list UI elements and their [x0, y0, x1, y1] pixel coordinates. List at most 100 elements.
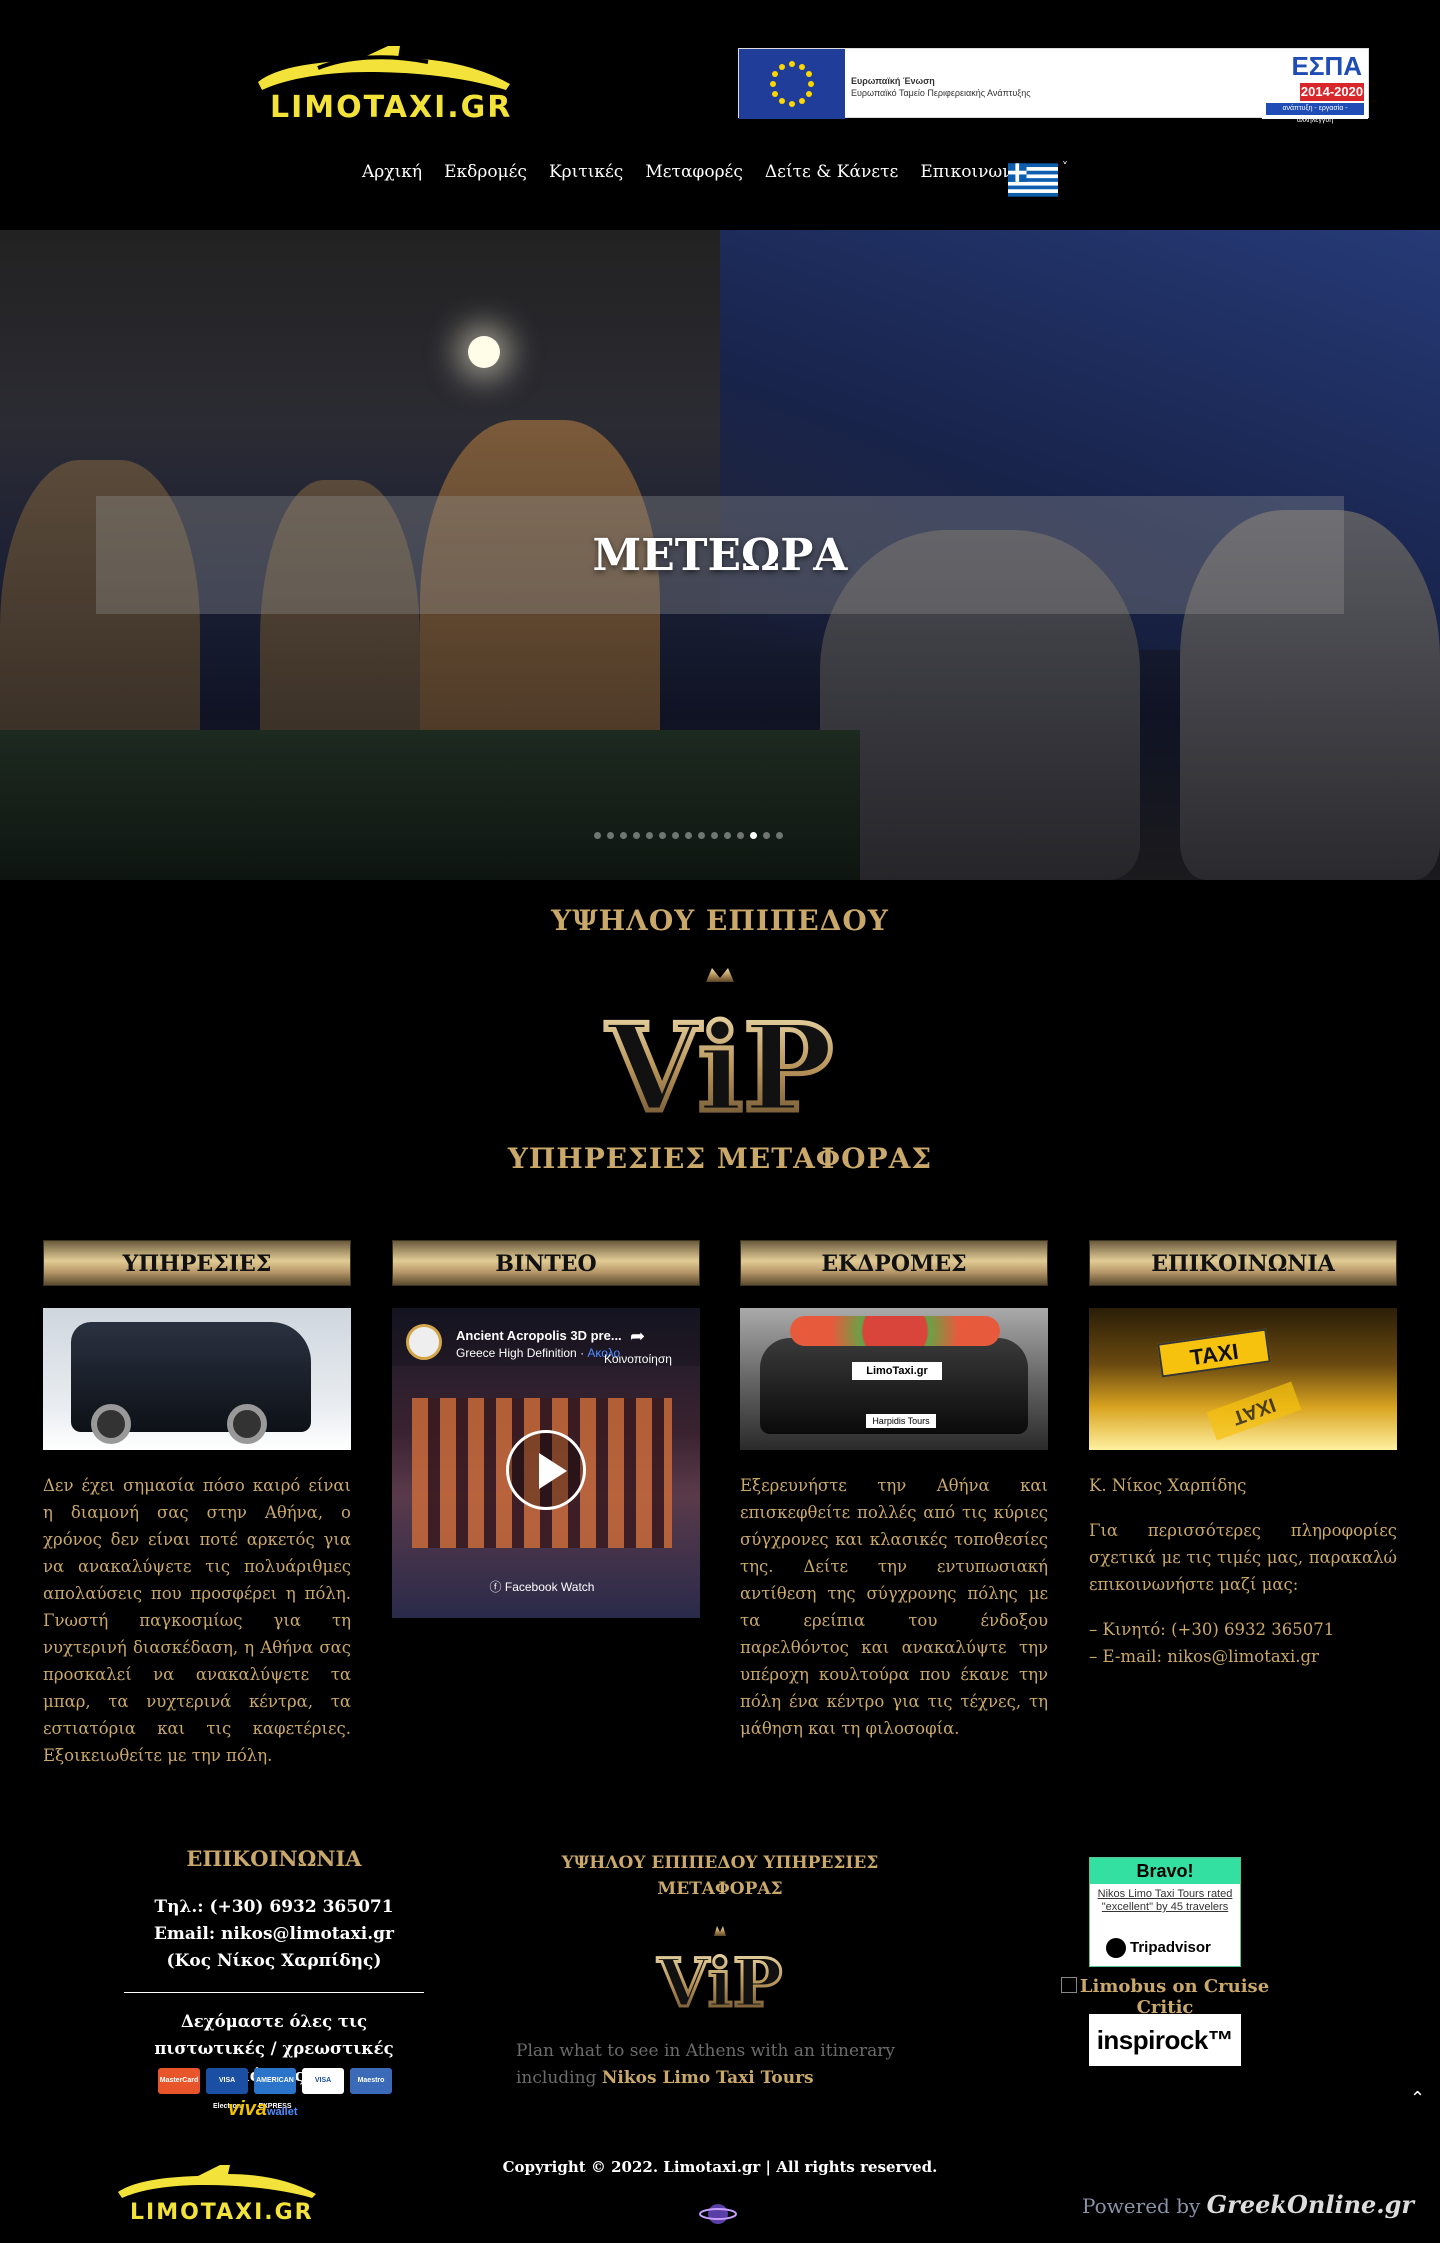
services-text: Δεν έχει σημασία πόσο καιρό είναι η διαμ… [43, 1476, 351, 1765]
plan-itinerary: Plan what to see in Athens with an itine… [516, 2041, 896, 2088]
nav-home[interactable]: Αρχική [362, 162, 422, 182]
facebook-video-embed[interactable]: Ancient Acropolis 3D pre... Greece High … [392, 1308, 700, 1618]
footer-person: (Κος Νίκος Χαρπίδης) [166, 1951, 382, 1971]
payment-card-icon: MasterCard [158, 2068, 200, 2094]
slider-dot[interactable] [607, 832, 614, 839]
viva-wallet-logo: vivawallet [228, 2098, 298, 2120]
vip-logo: ViP [580, 960, 860, 1142]
scroll-to-top-icon[interactable]: ⌃ [1410, 2088, 1425, 2109]
contact-heading: ΕΠΙΚΟΙΝΩΝΙΑ [1089, 1240, 1397, 1286]
slider-dots [594, 832, 783, 839]
espa-banner[interactable]: Ευρωπαϊκή Ένωση Ευρωπαϊκό Ταμείο Περιφερ… [738, 48, 1369, 124]
tripadvisor-badge[interactable]: Bravo! Nikos Limo Taxi Tours rated "exce… [1089, 1857, 1241, 1967]
tripadvisor-bravo: Bravo! [1090, 1858, 1240, 1884]
hero-title: ΜΕΤΕΩΡΑ [592, 530, 848, 581]
services-heading: ΥΠΗΡΕΣΙΕΣ [43, 1240, 351, 1286]
saturn-icon [698, 2196, 738, 2232]
eu-text: Ευρωπαϊκή Ένωση Ευρωπαϊκό Ταμείο Περιφερ… [851, 76, 1031, 98]
slider-dot[interactable] [685, 832, 692, 839]
plan-link[interactable]: Nikos Limo Taxi Tours [602, 2068, 814, 2088]
contact-mobile[interactable]: – Κινητό: (+30) 6932 365071 [1089, 1616, 1397, 1643]
footer-phone[interactable]: Τηλ.: (+30) 6932 365071 [124, 1894, 424, 1921]
chevron-down-icon[interactable]: ˅ [1062, 160, 1068, 174]
hero-slider: ΜΕΤΕΩΡΑ [0, 230, 1440, 880]
facebook-watch-label: ⓕ Facebook Watch [489, 1580, 595, 1594]
footer-logo-text: LIMOTAXI.GR [130, 2200, 314, 2225]
slider-dot[interactable] [672, 832, 679, 839]
footer-limotaxi-logo[interactable]: LIMOTAXI.GR [112, 2162, 324, 2232]
car-plate-2: Harpidis Tours [866, 1414, 936, 1428]
tripadvisor-logo: Tripadvisor [1106, 1938, 1211, 1958]
tours-text: Εξερευνήστε την Αθήνα και επισκεφθείτε π… [740, 1476, 1048, 1738]
contact-email[interactable]: – E-mail: nikos@limotaxi.gr [1089, 1643, 1397, 1670]
greekonline-logo: GreekOnline.gr [1206, 2190, 1415, 2219]
services-column: ΥΠΗΡΕΣΙΕΣ Δεν έχει σημασία πόσο καιρό εί… [43, 1240, 351, 1769]
footer-contact: Τηλ.: (+30) 6932 365071 Email: nikos@lim… [124, 1894, 424, 1975]
taxi-sign: TAXI [1157, 1328, 1271, 1378]
contact-name: Κ. Νίκος Χαρπίδης [1089, 1476, 1247, 1495]
share-label[interactable]: Κοινοποίηση [604, 1352, 672, 1366]
espa-title: ΕΣΠΑ [1291, 51, 1363, 81]
slider-dot[interactable] [750, 832, 757, 839]
tours-column: ΕΚΔΡΟΜΕΣ LimoTaxi.gr Harpidis Tours Εξερ… [740, 1240, 1048, 1742]
nav-excursions[interactable]: Εκδρομές [444, 162, 527, 182]
taxi-sign-reflection: TAXI [1206, 1381, 1302, 1441]
slider-dot[interactable] [776, 832, 783, 839]
van-image [43, 1308, 351, 1450]
footer-contact-title: ΕΠΙΚΟΙΝΩΝΙΑ [186, 1846, 362, 1871]
footer-vip-title: ΥΨΗΛΟΥ ΕΠΙΠΕΔΟΥ ΥΠΗΡΕΣΙΕΣ ΜΕΤΑΦΟΡΑΣ [561, 1853, 879, 1899]
payment-cards: MasterCard VISA Electron AMERICAN EXPRESS V… [158, 2068, 392, 2110]
channel-avatar[interactable] [406, 1324, 442, 1360]
vip-heading-bottom: ΥΠΗΡΕΣΙΕΣ ΜΕΤΑΦΟΡΑΣ [507, 1142, 933, 1175]
slider-dot[interactable] [763, 832, 770, 839]
crown-icon [714, 1926, 726, 1936]
nav-reviews[interactable]: Κριτικές [549, 162, 623, 182]
slider-dot[interactable] [620, 832, 627, 839]
cruise-critic-link[interactable]: Limobus on Cruise Critic [1050, 1976, 1280, 2018]
svg-text:ViP: ViP [606, 998, 834, 1120]
payment-card-icon: VISA [302, 2068, 344, 2094]
footer-divider [124, 1992, 424, 1993]
car-plate: LimoTaxi.gr [852, 1362, 942, 1380]
nav-transfers[interactable]: Μεταφορές [645, 162, 743, 182]
espa-logo: ΕΣΠΑ 2014-2020 ανάπτυξη - εργασία - αλλη… [1262, 49, 1368, 124]
main-nav: Αρχική Εκδρομές Κριτικές Μεταφορές Δείτε… [362, 162, 1031, 182]
payment-card-icon: VISA Electron [206, 2068, 248, 2110]
hero-town [0, 730, 860, 880]
video-title[interactable]: Ancient Acropolis 3D pre... [456, 1328, 622, 1343]
payment-card-icon: AMERICAN EXPRESS [254, 2068, 296, 2110]
wheel [91, 1404, 131, 1444]
limotaxi-logo[interactable]: LIMOTAXI.GR [248, 42, 520, 132]
slider-dot[interactable] [633, 832, 640, 839]
moon-graphic [468, 336, 500, 368]
contact-details: Κ. Νίκος Χαρπίδης Για περισσότερες πληρο… [1089, 1472, 1397, 1670]
play-icon[interactable] [506, 1430, 586, 1510]
footer-email[interactable]: Email: nikos@limotaxi.gr [124, 1921, 424, 1948]
nav-see-do[interactable]: Δείτε & Κάνετε [765, 162, 898, 182]
slider-dot[interactable] [698, 832, 705, 839]
slider-dot[interactable] [724, 832, 731, 839]
flowers [790, 1316, 1000, 1346]
slider-dot[interactable] [594, 832, 601, 839]
tripadvisor-rated[interactable]: Nikos Limo Taxi Tours rated "excellent" … [1090, 1884, 1240, 1914]
contact-info: Για περισσότερες πληροφορίες σχετικά με … [1089, 1521, 1397, 1594]
share-icon[interactable]: ➦ [630, 1326, 645, 1347]
slider-dot[interactable] [659, 832, 666, 839]
powered-by[interactable]: Powered by GreekOnline.gr [1082, 2190, 1414, 2219]
eu-flag-icon [739, 49, 845, 119]
video-channel: Greece High Definition · Ακολο [456, 1346, 621, 1360]
espa-years: 2014-2020 [1300, 83, 1364, 101]
vip-heading-top: ΥΨΗΛΟΥ ΕΠΙΠΕΔΟΥ [551, 904, 889, 937]
taxi-image: TAXI TAXI [1089, 1308, 1397, 1450]
slider-dot[interactable] [646, 832, 653, 839]
slider-dot[interactable] [711, 832, 718, 839]
inspirock-badge[interactable]: inspirock™ [1089, 2014, 1241, 2066]
greece-flag-icon[interactable] [1008, 162, 1058, 198]
site-header: LIMOTAXI.GR Ευρωπαϊκή Ένωση Ευρωπαϊκό Τα… [0, 0, 1440, 230]
svg-text:ViP: ViP [657, 1944, 783, 2014]
crown-icon [706, 968, 734, 982]
tours-heading: ΕΚΔΡΟΜΕΣ [740, 1240, 1048, 1286]
slider-dot[interactable] [737, 832, 744, 839]
contact-column: ΕΠΙΚΟΙΝΩΝΙΑ TAXI TAXI Κ. Νίκος Χαρπίδης … [1089, 1240, 1397, 1670]
logo-text: LIMOTAXI.GR [270, 90, 513, 125]
